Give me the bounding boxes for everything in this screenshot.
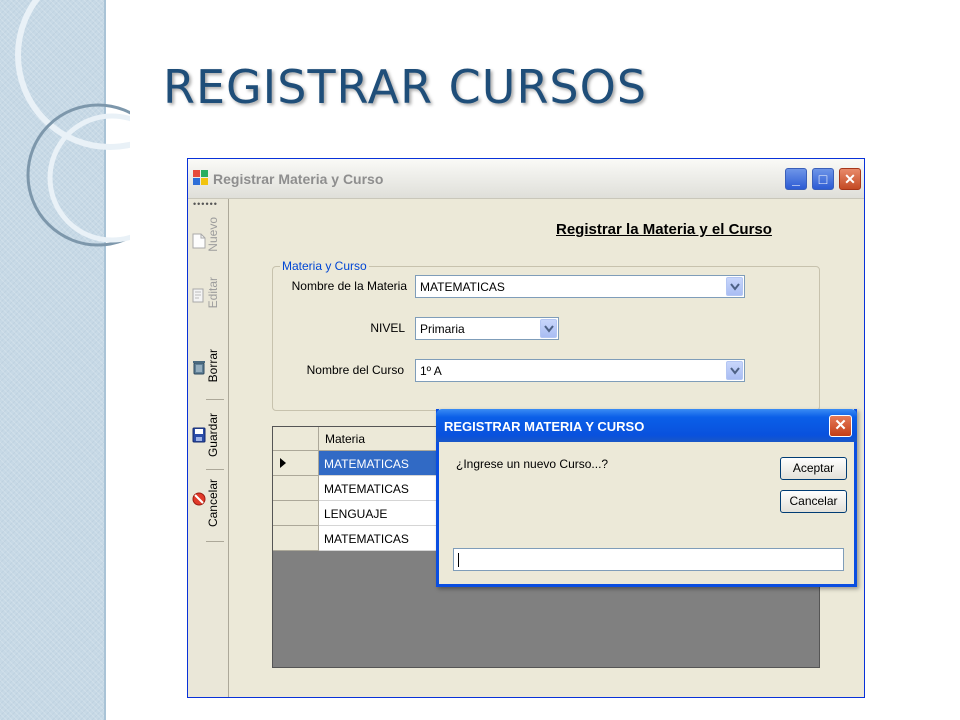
- window-titlebar[interactable]: Registrar Materia y Curso _ □ ✕: [188, 159, 864, 199]
- toolbar-nuevo-label: Nuevo: [206, 217, 220, 252]
- row-header[interactable]: [273, 476, 319, 501]
- current-row-arrow-icon: [280, 458, 286, 468]
- form-heading: Registrar la Materia y el Curso: [556, 221, 772, 238]
- grid-cell-text: MATEMATICAS: [324, 532, 409, 546]
- toolbar-editar-label: Editar: [206, 277, 220, 309]
- cancelar-button[interactable]: Cancelar: [780, 490, 847, 513]
- grid-column-label: Materia: [325, 432, 366, 446]
- slide-decoration-rings: [15, 0, 130, 247]
- toolbar-nuevo-button[interactable]: Nuevo: [188, 213, 228, 263]
- chevron-down-icon[interactable]: [726, 361, 743, 380]
- window-close-button[interactable]: ✕: [839, 168, 861, 190]
- text-caret: [458, 553, 459, 567]
- grid-corner: [273, 427, 319, 451]
- dialog-titlebar[interactable]: REGISTRAR MATERIA Y CURSO ✕: [436, 409, 857, 442]
- chevron-down-icon[interactable]: [540, 319, 557, 338]
- grid-cell-text: MATEMATICAS: [324, 457, 409, 471]
- toolbar-separator: [206, 541, 224, 542]
- minimize-button[interactable]: _: [785, 168, 807, 190]
- input-dialog: REGISTRAR MATERIA Y CURSO ✕ ¿Ingrese un …: [436, 409, 857, 587]
- nivel-label: NIVEL: [370, 321, 405, 335]
- aceptar-button[interactable]: Aceptar: [780, 457, 847, 480]
- row-header[interactable]: [273, 501, 319, 526]
- maximize-button[interactable]: □: [812, 168, 834, 190]
- floppy-disk-icon: [192, 427, 206, 443]
- grid-cell-text: LENGUAJE: [324, 507, 388, 521]
- app-icon: [193, 170, 209, 186]
- materia-combobox[interactable]: MATEMATICAS: [415, 275, 745, 298]
- toolbar-grip[interactable]: ••••••: [193, 199, 218, 209]
- toolbar-separator: [206, 469, 224, 470]
- materia-value: MATEMATICAS: [420, 280, 505, 294]
- chevron-down-icon[interactable]: [726, 277, 743, 296]
- toolbar-guardar-label: Guardar: [206, 413, 220, 458]
- dialog-close-button[interactable]: ✕: [829, 415, 852, 437]
- toolbar-guardar-button[interactable]: Guardar: [188, 407, 228, 463]
- toolbar-editar-button[interactable]: Editar: [188, 269, 228, 329]
- toolbar-borrar-label: Borrar: [206, 349, 220, 383]
- dialog-prompt: ¿Ingrese un nuevo Curso...?: [456, 457, 609, 471]
- new-document-icon: [192, 233, 206, 249]
- nivel-value: Primaria: [420, 322, 465, 336]
- toolbar-separator: [206, 399, 224, 400]
- maximize-icon: □: [818, 171, 828, 187]
- curso-combobox[interactable]: 1º A: [415, 359, 745, 382]
- close-icon: ✕: [844, 171, 856, 187]
- vertical-toolbar: •••••• Nuevo Editar Borrar Guardar Cance…: [188, 199, 229, 697]
- toolbar-cancelar-label: Cancelar: [206, 479, 220, 528]
- row-header[interactable]: [273, 451, 319, 476]
- window-title: Registrar Materia y Curso: [213, 171, 384, 187]
- cancel-icon: [192, 492, 206, 506]
- minimize-icon: _: [792, 171, 800, 187]
- edit-document-icon: [192, 288, 204, 303]
- slide-title: REGISTRAR CURSOS: [163, 60, 648, 114]
- toolbar-cancelar-button[interactable]: Cancelar: [188, 475, 228, 535]
- row-header[interactable]: [273, 526, 319, 551]
- trash-icon: [193, 361, 205, 375]
- nuevo-curso-input[interactable]: [453, 548, 844, 571]
- toolbar-borrar-button[interactable]: Borrar: [188, 339, 228, 393]
- groupbox-title: Materia y Curso: [280, 259, 369, 273]
- curso-label: Nombre del Curso: [306, 363, 404, 377]
- grid-cell-text: MATEMATICAS: [324, 482, 409, 496]
- materia-label: Nombre de la Materia: [291, 279, 407, 293]
- nivel-combobox[interactable]: Primaria: [415, 317, 559, 340]
- curso-value: 1º A: [420, 364, 442, 378]
- dialog-title: REGISTRAR MATERIA Y CURSO: [444, 419, 645, 434]
- close-icon: ✕: [834, 417, 847, 434]
